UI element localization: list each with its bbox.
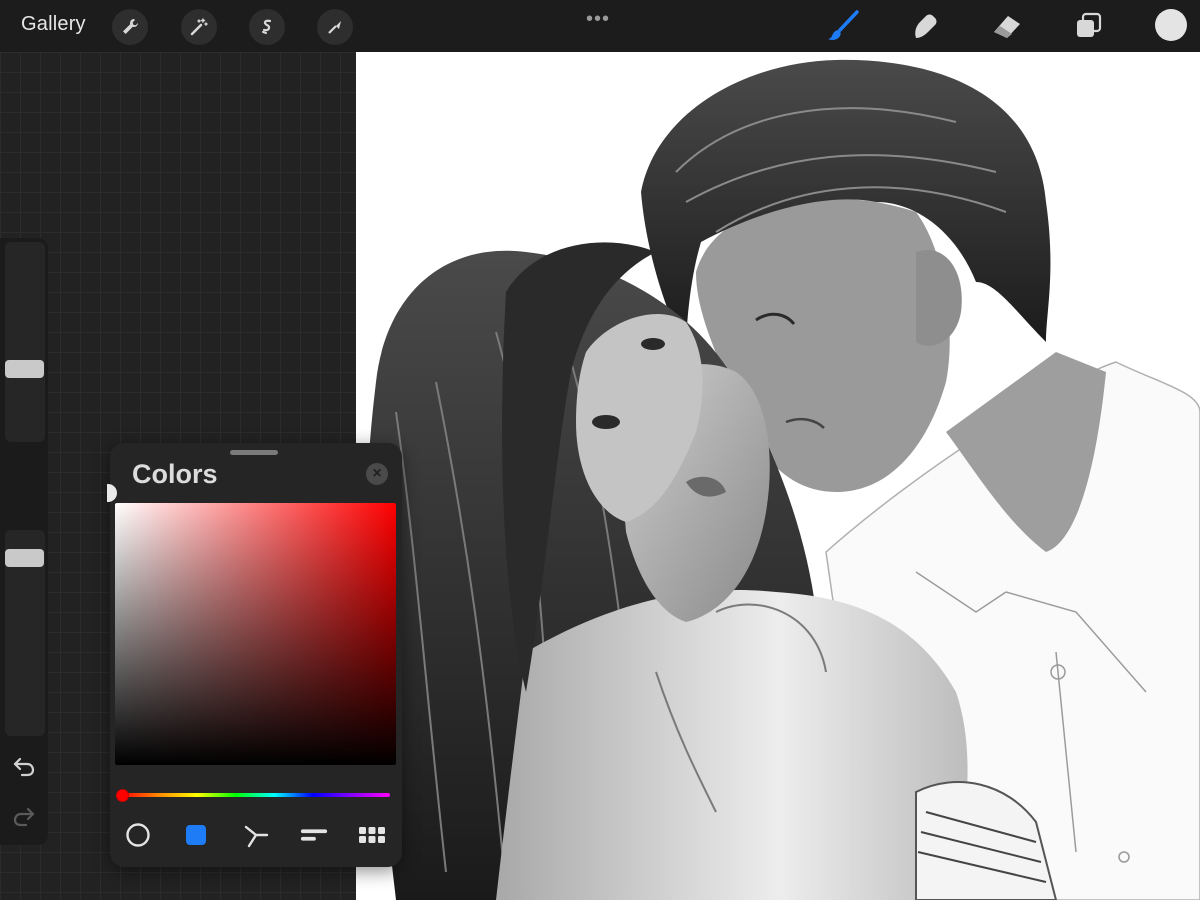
transform-arrow-icon — [328, 21, 341, 34]
harmony-icon — [244, 825, 269, 848]
actions-button[interactable] — [112, 9, 148, 45]
classic-square-icon — [186, 825, 206, 845]
drawing-canvas[interactable] — [356, 52, 1200, 900]
selection-button[interactable] — [249, 9, 285, 45]
eraser-icon — [994, 16, 1020, 38]
close-icon[interactable]: × — [366, 463, 388, 485]
color-picker-handle[interactable] — [107, 484, 117, 502]
panel-grabber[interactable] — [230, 450, 278, 455]
hue-slider[interactable] — [120, 793, 390, 797]
sidebar — [0, 238, 48, 845]
tab-value[interactable] — [300, 821, 328, 849]
magic-wand-icon — [190, 18, 208, 36]
brush-icon — [828, 10, 859, 40]
layers-icon — [1077, 12, 1102, 37]
top-toolbar: Gallery ••• — [0, 0, 1200, 52]
tab-classic[interactable] — [182, 821, 210, 849]
undo-icon[interactable] — [12, 755, 36, 777]
tab-palettes[interactable] — [358, 821, 386, 849]
transform-button[interactable] — [317, 9, 353, 45]
saturation-value-picker[interactable] — [115, 503, 396, 765]
color-button[interactable] — [1155, 9, 1187, 41]
artwork — [366, 59, 1200, 900]
value-sliders-icon — [300, 829, 328, 841]
palettes-icon — [359, 827, 385, 843]
hue-slider-handle[interactable] — [116, 789, 129, 802]
more-options-button[interactable]: ••• — [586, 8, 610, 31]
wrench-icon — [123, 19, 138, 34]
gallery-button[interactable]: Gallery — [21, 13, 86, 36]
layers-button[interactable] — [1072, 10, 1106, 42]
tab-disc[interactable] — [124, 821, 152, 849]
colors-panel: Colors × — [107, 443, 402, 867]
panel-title: Colors — [132, 459, 218, 489]
adjustments-button[interactable] — [181, 9, 217, 45]
opacity-handle[interactable] — [5, 548, 44, 567]
brush-size-slider[interactable] — [5, 242, 45, 442]
tab-harmony[interactable] — [242, 821, 270, 849]
disc-icon — [126, 823, 150, 847]
redo-icon[interactable] — [12, 805, 36, 827]
brush-size-handle[interactable] — [5, 360, 44, 379]
smudge-icon — [915, 14, 937, 38]
eraser-tool-button[interactable] — [990, 10, 1024, 42]
paint-tool-button[interactable] — [826, 10, 860, 42]
selection-icon — [262, 19, 272, 34]
smudge-tool-button[interactable] — [908, 10, 942, 42]
